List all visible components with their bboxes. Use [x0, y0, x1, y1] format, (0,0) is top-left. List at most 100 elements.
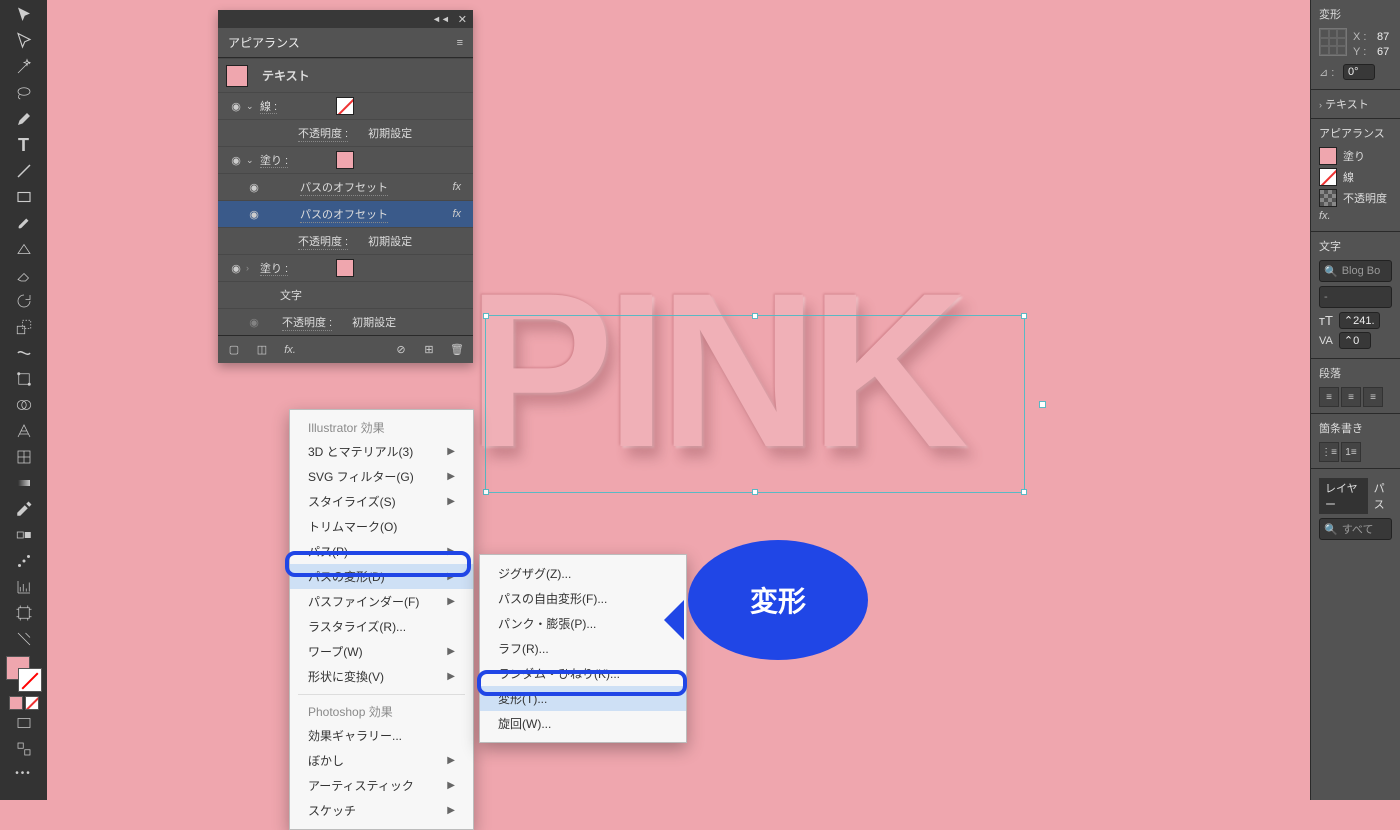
eraser-tool[interactable] — [12, 263, 36, 287]
visibility-toggle-icon[interactable]: ◉ — [244, 208, 264, 221]
menu-item[interactable]: 効果ギャラリー... — [290, 723, 473, 748]
menu-item[interactable]: ラフ(R)... — [480, 636, 686, 661]
stroke-swatch[interactable] — [1319, 168, 1337, 186]
layer-search[interactable]: 🔍すべて — [1319, 518, 1392, 540]
menu-item[interactable]: 3D とマテリアル(3)▶ — [290, 439, 473, 464]
paths-tab[interactable]: パス — [1374, 480, 1392, 512]
menu-item[interactable]: スタイライズ(S)▶ — [290, 489, 473, 514]
panel-collapse-icon[interactable]: ◄◄ — [432, 14, 450, 24]
menu-item[interactable]: パス(P)▶ — [290, 539, 473, 564]
menu-item[interactable]: パスの自由変形(F)... — [480, 586, 686, 611]
characters-row[interactable]: 文字 — [218, 281, 473, 308]
menu-item[interactable]: パスの変形(D)▶ — [290, 564, 473, 589]
expand-icon[interactable]: ⌄ — [246, 155, 260, 166]
blend-tool[interactable] — [12, 523, 36, 547]
new-art-maintain-icon[interactable]: ◫ — [254, 343, 270, 356]
menu-item[interactable]: ランダム・ひねり(K)... — [480, 661, 686, 686]
rectangle-tool[interactable] — [12, 185, 36, 209]
visibility-toggle-icon[interactable]: ◉ — [226, 262, 246, 275]
stroke-swatch[interactable] — [336, 97, 354, 115]
visibility-toggle-icon[interactable]: ◉ — [244, 316, 264, 329]
stroke-opacity-row[interactable]: 不透明度 : 初期設定 — [218, 119, 473, 146]
free-transform-tool[interactable] — [12, 367, 36, 391]
menu-item[interactable]: パスファインダー(F)▶ — [290, 589, 473, 614]
width-tool[interactable] — [12, 341, 36, 365]
brush-tool[interactable] — [12, 211, 36, 235]
menu-item[interactable]: SVG フィルター(G)▶ — [290, 464, 473, 489]
scale-tool[interactable] — [12, 315, 36, 339]
font-search[interactable]: 🔍Blog Bo — [1319, 260, 1392, 282]
selection-bounding-box[interactable] — [485, 315, 1025, 493]
symbol-sprayer-tool[interactable] — [12, 549, 36, 573]
none-mode-swatch[interactable] — [25, 696, 39, 710]
align-left-button[interactable]: ≡ — [1319, 387, 1339, 407]
font-style-select[interactable]: - — [1319, 286, 1392, 308]
menu-item[interactable]: パンク・膨張(P)... — [480, 611, 686, 636]
align-center-button[interactable]: ≡ — [1341, 387, 1361, 407]
menu-item[interactable]: トリムマーク(O) — [290, 514, 473, 539]
edit-toolbar-button[interactable] — [12, 737, 36, 761]
menu-item[interactable]: 形状に変換(V)▶ — [290, 664, 473, 689]
menu-item[interactable]: 変形(T)... — [480, 686, 686, 711]
artboard-tool[interactable] — [12, 601, 36, 625]
slice-tool[interactable] — [12, 627, 36, 651]
visibility-toggle-icon[interactable]: ◉ — [226, 100, 246, 113]
fx-icon[interactable]: fx. — [1319, 210, 1331, 222]
eyedropper-tool[interactable] — [12, 497, 36, 521]
offset-path-row-2[interactable]: ◉ パスのオフセット fx — [218, 200, 473, 227]
appearance-thumb-row[interactable]: テキスト — [218, 58, 473, 92]
font-size-input[interactable]: ⌃241. — [1339, 312, 1380, 329]
numbered-list-button[interactable]: 1≡ — [1341, 442, 1361, 462]
rotate-tool[interactable] — [12, 289, 36, 313]
bullet-list-button[interactable]: ⋮≡ — [1319, 442, 1339, 462]
perspective-tool[interactable] — [12, 419, 36, 443]
selection-tool[interactable] — [12, 3, 36, 27]
angle-input[interactable]: 0° — [1343, 64, 1375, 80]
menu-item[interactable]: アーティスティック▶ — [290, 773, 473, 798]
stroke-color-swatch[interactable] — [18, 668, 42, 692]
fill-row[interactable]: ◉ ⌄ 塗り : — [218, 146, 473, 173]
panel-menu-icon[interactable]: ≡ — [457, 37, 463, 49]
fill-swatch[interactable] — [1319, 147, 1337, 165]
delete-icon[interactable]: 🗑 — [449, 343, 465, 356]
opacity-swatch[interactable] — [1319, 189, 1337, 207]
panel-close-icon[interactable]: ✕ — [458, 13, 467, 26]
shaper-tool[interactable] — [12, 237, 36, 261]
duplicate-icon[interactable]: ⊞ — [421, 343, 437, 356]
line-tool[interactable] — [12, 159, 36, 183]
align-right-button[interactable]: ≡ — [1363, 387, 1383, 407]
offset-path-row-1[interactable]: ◉ パスのオフセット fx — [218, 173, 473, 200]
expand-icon[interactable]: ⌄ — [246, 101, 260, 112]
direct-selection-tool[interactable] — [12, 29, 36, 53]
reference-point-grid[interactable] — [1319, 28, 1347, 56]
clear-icon[interactable]: ⊘ — [393, 343, 409, 356]
kerning-input[interactable]: ⌃0 — [1339, 332, 1371, 349]
fill-swatch[interactable] — [336, 151, 354, 169]
appearance-tab[interactable]: アピアランス — [228, 34, 300, 51]
shape-builder-tool[interactable] — [12, 393, 36, 417]
fill-swatch[interactable] — [336, 259, 354, 277]
menu-item[interactable]: 旋回(W)... — [480, 711, 686, 736]
x-value[interactable]: 87 — [1377, 31, 1389, 43]
visibility-toggle-icon[interactable]: ◉ — [226, 154, 246, 167]
stroke-row[interactable]: ◉ ⌄ 線 : — [218, 92, 473, 119]
graph-tool[interactable] — [12, 575, 36, 599]
menu-item[interactable]: ぼかし▶ — [290, 748, 473, 773]
lasso-tool[interactable] — [12, 81, 36, 105]
add-effect-icon[interactable]: fx. — [282, 344, 298, 356]
pen-tool[interactable] — [12, 107, 36, 131]
expand-icon[interactable]: › — [246, 263, 260, 273]
menu-item[interactable]: ラスタライズ(R)... — [290, 614, 473, 639]
screen-mode-tool[interactable] — [12, 711, 36, 735]
type-tool[interactable]: T — [12, 133, 36, 157]
color-mode-swatch[interactable] — [9, 696, 23, 710]
y-value[interactable]: 67 — [1377, 46, 1389, 58]
color-swatches[interactable] — [6, 656, 42, 692]
fill-row-2[interactable]: ◉ › 塗り : — [218, 254, 473, 281]
toolbar-more-icon[interactable]: ••• — [15, 768, 32, 779]
new-art-basic-icon[interactable]: ▢ — [226, 343, 242, 356]
layers-tab[interactable]: レイヤー — [1319, 478, 1368, 514]
menu-item[interactable]: スケッチ▶ — [290, 798, 473, 823]
mesh-tool[interactable] — [12, 445, 36, 469]
magic-wand-tool[interactable] — [12, 55, 36, 79]
